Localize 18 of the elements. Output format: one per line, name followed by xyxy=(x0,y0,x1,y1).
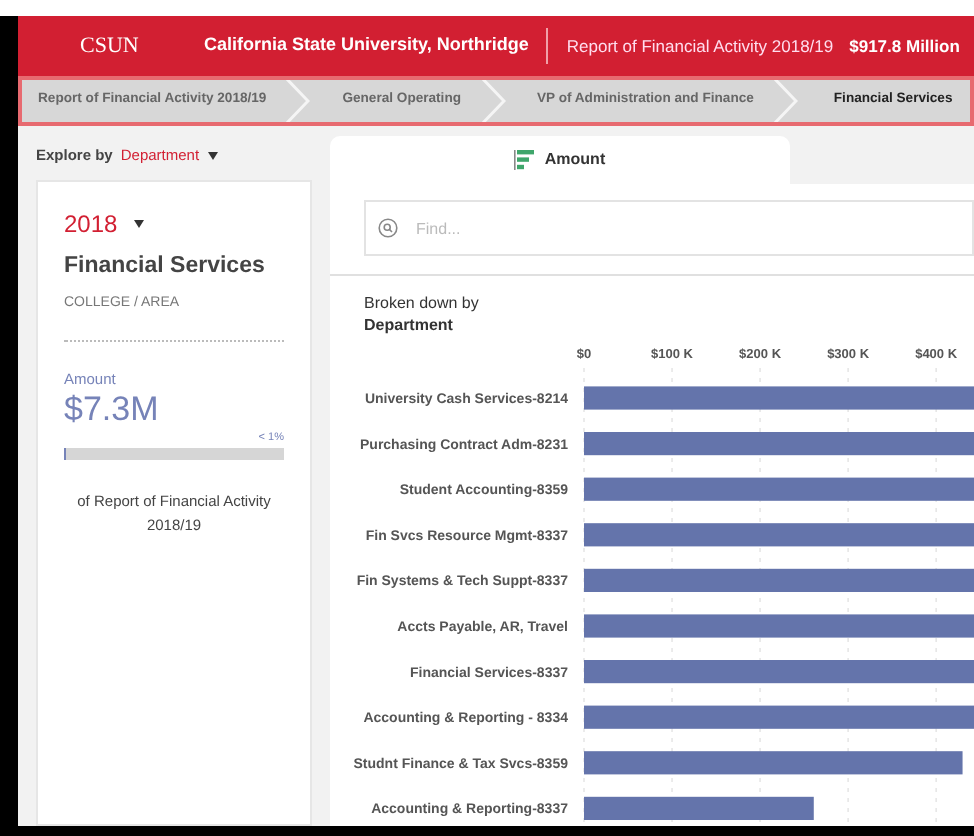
logo[interactable]: CSUN xyxy=(80,29,204,63)
bar-chart-icon xyxy=(514,150,535,170)
caret-icon xyxy=(207,151,218,159)
caret-icon xyxy=(133,220,144,228)
chevron-separator-icon xyxy=(769,80,798,122)
search-field[interactable]: Find... xyxy=(364,200,974,256)
metric-value: $7.3M xyxy=(64,390,161,430)
breakdown-value: Department xyxy=(364,314,455,336)
chevron-separator-icon xyxy=(282,80,311,122)
breakdown-label: Broken down by xyxy=(364,294,481,314)
tab[interactable]: Amount xyxy=(330,136,790,184)
university-name: California State University, Northridge xyxy=(204,32,529,59)
report-total: $917.8 Million xyxy=(849,33,960,59)
search-icon xyxy=(378,218,398,238)
chevron-separator-icon xyxy=(477,80,506,122)
card-title: Financial Services xyxy=(64,252,267,282)
report-title: Report of Financial Activity 2018/19 xyxy=(566,33,834,59)
year-dropdown[interactable]: 2018 xyxy=(64,206,144,242)
